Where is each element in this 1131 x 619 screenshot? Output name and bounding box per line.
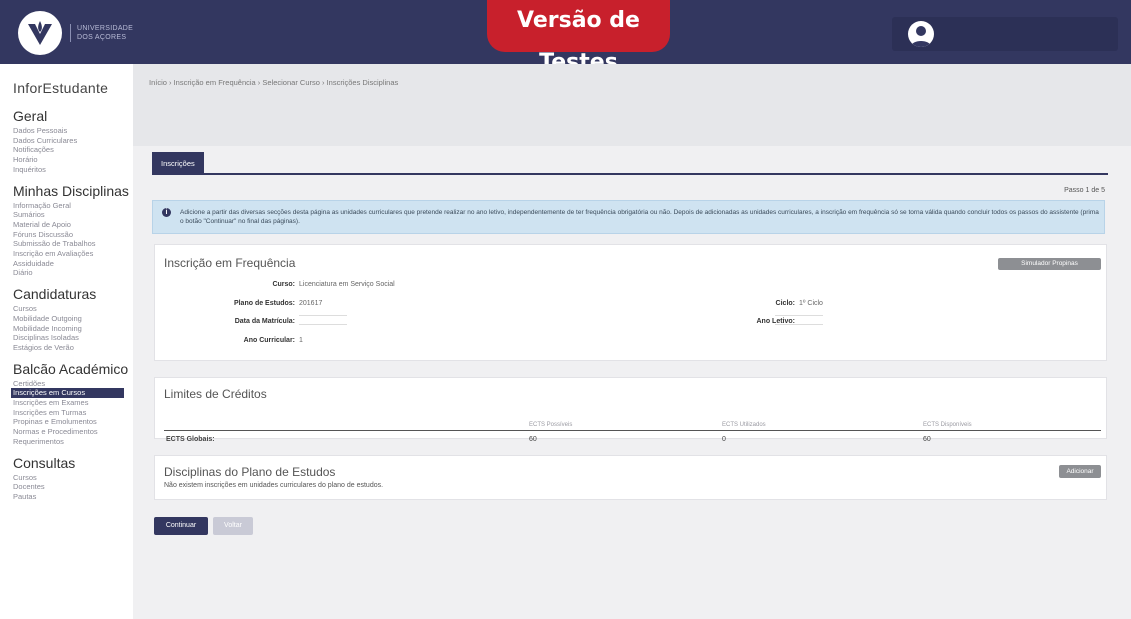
- sidebar-item[interactable]: Material de Apoio: [13, 220, 133, 230]
- course-value: Licenciatura em Serviço Social: [299, 281, 395, 288]
- study-plan-label: Plano de Estudos:: [233, 300, 295, 307]
- sidebar-item[interactable]: Cursos: [13, 473, 133, 483]
- sidebar-item[interactable]: Dados Curriculares: [13, 136, 133, 146]
- sidebar-item[interactable]: Inquéritos: [13, 165, 133, 175]
- nav-section-title: Balcão Académico: [13, 360, 129, 377]
- user-avatar-icon[interactable]: [908, 21, 934, 47]
- sidebar-item[interactable]: Disciplinas Isoladas: [13, 333, 133, 343]
- add-button[interactable]: Adicionar: [1059, 465, 1101, 478]
- credits-card: Limites de Créditos ECTS Possíveis ECTS …: [154, 377, 1107, 443]
- sidebar-item[interactable]: Submissão de Trabalhos: [13, 239, 133, 249]
- study-plan-empty-text: Não existem inscrições em unidades curri…: [164, 482, 384, 489]
- info-icon: i: [162, 208, 171, 217]
- academic-year-redacted-2: [775, 324, 823, 325]
- tab-inscricoes[interactable]: Inscrições: [152, 152, 204, 175]
- sidebar-item[interactable]: Inscrição em Avaliações: [13, 249, 133, 259]
- curricular-year-value: 1: [299, 337, 303, 344]
- continue-button[interactable]: Continuar: [154, 517, 208, 535]
- sidebar-item[interactable]: Assiduidade: [13, 259, 133, 269]
- main-content: Início › Inscrição em Frequência › Selec…: [133, 64, 1131, 619]
- app-title: InforEstudante: [13, 80, 109, 96]
- alert-text: Adicione a partir das diversas secções d…: [180, 209, 1099, 225]
- sidebar-item[interactable]: Propinas e Emolumentos: [13, 417, 133, 427]
- top-bar: UNIVERSIDADE DOS AÇORES Versão de Testes: [0, 0, 1131, 75]
- step-indicator: Passo 1 de 5: [1064, 187, 1105, 194]
- sidebar-item[interactable]: Estágios de Verão: [13, 343, 133, 353]
- sidebar-item[interactable]: Diário: [13, 268, 133, 278]
- tuition-simulator-button[interactable]: Simulador Propinas: [998, 258, 1101, 270]
- info-alert: i Adicione a partir das diversas secções…: [152, 200, 1105, 234]
- nav-section-title: Consultas: [13, 454, 76, 471]
- nav-section-title: Candidaturas: [13, 286, 97, 303]
- sidebar-item[interactable]: Requerimentos: [13, 437, 133, 447]
- credits-available-value: 60: [923, 436, 931, 443]
- sidebar-item[interactable]: Inscrições em Turmas: [13, 408, 133, 418]
- sidebar-item[interactable]: Informação Geral: [13, 201, 133, 211]
- sidebar-item[interactable]: Mobilidade Incoming: [13, 324, 133, 334]
- tab-bar: Inscrições: [152, 152, 1108, 175]
- credits-divider: [164, 430, 1101, 431]
- logo-emblem-icon: [18, 11, 62, 55]
- sidebar-item[interactable]: Inscrições em Cursos: [11, 388, 124, 399]
- sidebar-item[interactable]: Pautas: [13, 492, 133, 502]
- cycle-value: 1º Ciclo: [799, 300, 823, 307]
- credits-header-available: ECTS Disponíveis: [923, 422, 972, 428]
- sidebar-item[interactable]: Normas e Procedimentos: [13, 427, 133, 437]
- study-plan-value: 201617: [299, 300, 323, 307]
- nav-section-title: Geral: [13, 108, 48, 124]
- back-button[interactable]: Voltar: [213, 517, 253, 535]
- enrollment-date-redacted: [299, 315, 347, 316]
- credits-title: Limites de Créditos: [164, 387, 267, 401]
- cycle-label: Ciclo:: [775, 300, 795, 307]
- sidebar-item[interactable]: Notificações: [13, 145, 133, 155]
- nav-group: Minhas Disciplinas Informação Geral Sumári…: [13, 183, 133, 279]
- breadcrumb[interactable]: Início › Inscrição em Frequência › Selec…: [149, 78, 398, 87]
- curricular-year-label: Ano Curricular:: [243, 337, 295, 344]
- enrollment-title: Inscrição em Frequência: [164, 256, 296, 270]
- logo-text-line2: DOS AÇORES: [77, 34, 127, 41]
- credits-header-possible: ECTS Possíveis: [529, 422, 573, 428]
- sidebar-item[interactable]: Certidões: [13, 379, 133, 389]
- nav-group: Candidaturas Cursos Mobilidade Outgoing Mob…: [13, 286, 133, 353]
- logo-text-line1: UNIVERSIDADE: [77, 25, 134, 32]
- nav-section-title: Minhas Disciplinas: [13, 182, 129, 199]
- breadcrumb-area: Início › Inscrição em Frequência › Selec…: [133, 64, 1131, 146]
- sidebar-item[interactable]: Sumários: [13, 210, 133, 220]
- study-plan-title: Disciplinas do Plano de Estudos: [164, 465, 336, 479]
- enrollment-date-label: Data da Matrícula:: [234, 318, 295, 325]
- sidebar-item[interactable]: Cursos: [13, 304, 133, 314]
- course-label: Curso:: [272, 281, 295, 288]
- enrollment-date-redacted-2: [299, 324, 347, 325]
- sidebar-item[interactable]: Mobilidade Outgoing: [13, 314, 133, 324]
- test-version-banner: Versão de Testes: [487, 0, 670, 75]
- nav-group: Geral Dados Pessoais Dados Curriculares Not…: [13, 108, 133, 175]
- sidebar: InforEstudante Geral Dados Pessoais Dados …: [0, 64, 133, 619]
- sidebar-item[interactable]: Docentes: [13, 482, 133, 492]
- academic-year-redacted: [775, 315, 823, 316]
- credits-header-used: ECTS Utilizados: [722, 422, 766, 428]
- nav-group: Balcão Académico Certidões Inscrições em C…: [11, 360, 133, 447]
- logo-text: UNIVERSIDADE DOS AÇORES: [70, 24, 133, 42]
- study-plan-card: Disciplinas do Plano de Estudos Não exis…: [154, 455, 1107, 500]
- enrollment-card: Inscrição em Frequência Simulador Propin…: [154, 244, 1107, 361]
- sidebar-item[interactable]: Horário: [13, 155, 133, 165]
- credits-used-value: 0: [722, 436, 726, 443]
- nav-group: Consultas Cursos Docentes Pautas: [13, 455, 133, 502]
- credits-possible-value: 60: [529, 436, 537, 443]
- credits-row-label: ECTS Globais:: [166, 436, 215, 443]
- sidebar-item[interactable]: Dados Pessoais: [13, 126, 133, 136]
- sidebar-item[interactable]: Inscrições em Exames: [13, 398, 133, 408]
- university-logo[interactable]: UNIVERSIDADE DOS AÇORES: [18, 10, 136, 56]
- user-menu[interactable]: [892, 17, 1118, 51]
- sidebar-item[interactable]: Fóruns Discussão: [13, 230, 133, 240]
